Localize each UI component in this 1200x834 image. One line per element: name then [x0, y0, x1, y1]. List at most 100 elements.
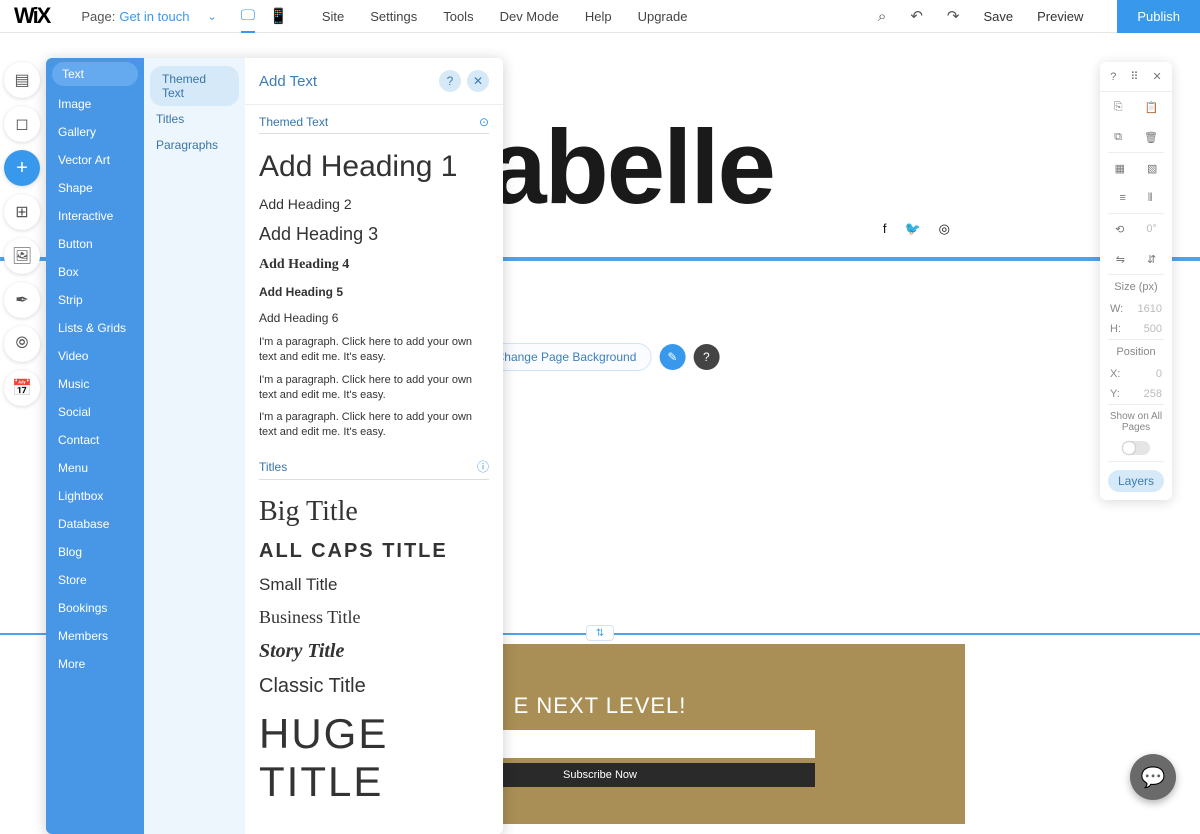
add-heading-6[interactable]: Add Heading 6: [259, 305, 489, 331]
pages-icon[interactable]: ▤: [4, 62, 40, 98]
delete-icon[interactable]: 🗑: [1144, 131, 1158, 144]
cat-music[interactable]: Music: [46, 370, 144, 398]
align-icon[interactable]: ≡: [1119, 192, 1125, 204]
add-heading-1[interactable]: Add Heading 1: [259, 144, 489, 190]
page-selector[interactable]: Get in touch: [119, 9, 189, 24]
cat-database[interactable]: Database: [46, 510, 144, 538]
cat-lightbox[interactable]: Lightbox: [46, 482, 144, 510]
cat-gallery[interactable]: Gallery: [46, 118, 144, 146]
preview-button[interactable]: Preview: [1037, 9, 1083, 24]
redo-icon[interactable]: ↷: [947, 7, 960, 25]
menu-settings[interactable]: Settings: [370, 9, 417, 24]
sub-paragraphs[interactable]: Paragraphs: [144, 132, 245, 158]
cat-lists[interactable]: Lists & Grids: [46, 314, 144, 342]
titles-info-icon[interactable]: ⓘ: [477, 458, 489, 475]
chevron-down-icon[interactable]: ⌄: [207, 10, 216, 23]
panel-close-icon[interactable]: ✕: [1152, 70, 1161, 83]
design-icon[interactable]: ✒: [4, 282, 40, 318]
wix-logo: WiX: [14, 3, 49, 29]
title-huge[interactable]: HUGE TITLE: [259, 704, 489, 812]
chat-fab[interactable]: 💬: [1130, 754, 1176, 800]
add-paragraph-3[interactable]: I'm a paragraph. Click here to add your …: [259, 406, 489, 444]
panel-drag-icon[interactable]: ⠿: [1130, 70, 1138, 83]
add-paragraph-2[interactable]: I'm a paragraph. Click here to add your …: [259, 369, 489, 407]
menu-tools[interactable]: Tools: [443, 9, 473, 24]
send-backward-icon[interactable]: ▧: [1147, 162, 1157, 175]
bring-forward-icon[interactable]: ▦: [1115, 162, 1125, 175]
section-icon[interactable]: ◻: [4, 106, 40, 142]
width-value[interactable]: 1610: [1138, 303, 1162, 315]
cat-interactive[interactable]: Interactive: [46, 202, 144, 230]
title-caps[interactable]: ALL CAPS TITLE: [259, 534, 489, 569]
add-heading-4[interactable]: Add Heading 4: [259, 251, 489, 279]
menu-upgrade[interactable]: Upgrade: [638, 9, 688, 24]
menu-devmode[interactable]: Dev Mode: [500, 9, 559, 24]
rotate-icon[interactable]: ⟲: [1115, 223, 1124, 236]
cat-vectorart[interactable]: Vector Art: [46, 146, 144, 174]
layers-button[interactable]: Layers: [1108, 470, 1164, 492]
cat-shape[interactable]: Shape: [46, 174, 144, 202]
cat-more[interactable]: More: [46, 650, 144, 678]
add-heading-5[interactable]: Add Heading 5: [259, 279, 489, 305]
height-label: H:: [1110, 323, 1121, 335]
edit-icon[interactable]: ✎: [659, 344, 685, 370]
facebook-icon[interactable]: f: [883, 221, 887, 237]
distribute-icon[interactable]: ⫴: [1148, 192, 1153, 205]
title-big[interactable]: Big Title: [259, 490, 489, 534]
title-business[interactable]: Business Title: [259, 601, 489, 634]
twitter-icon[interactable]: 🐦: [904, 221, 920, 237]
section-gap-handle[interactable]: ⇅: [586, 625, 614, 641]
cat-box[interactable]: Box: [46, 258, 144, 286]
sub-themed-text[interactable]: Themed Text: [150, 66, 239, 106]
cat-members[interactable]: Members: [46, 622, 144, 650]
flip-v-icon[interactable]: ⇵: [1147, 253, 1156, 266]
search-icon[interactable]: ⌕: [878, 8, 886, 25]
cat-image[interactable]: Image: [46, 90, 144, 118]
y-value[interactable]: 258: [1144, 388, 1162, 400]
cat-strip[interactable]: Strip: [46, 286, 144, 314]
cat-blog[interactable]: Blog: [46, 538, 144, 566]
menu-help[interactable]: Help: [585, 9, 612, 24]
menu-site[interactable]: Site: [322, 9, 344, 24]
show-all-pages-toggle[interactable]: [1122, 441, 1150, 455]
duplicate-icon[interactable]: ⧉: [1114, 131, 1122, 144]
flip-h-icon[interactable]: ⇋: [1116, 253, 1125, 266]
apps-icon[interactable]: ⊞: [4, 194, 40, 230]
cat-menu[interactable]: Menu: [46, 454, 144, 482]
paste-icon[interactable]: 📋: [1145, 101, 1159, 114]
title-small[interactable]: Small Title: [259, 569, 489, 601]
publish-button[interactable]: Publish: [1117, 0, 1200, 33]
undo-icon[interactable]: ↶: [910, 7, 923, 25]
add-heading-2[interactable]: Add Heading 2: [259, 190, 489, 218]
instagram-icon[interactable]: ◎: [939, 221, 950, 237]
cat-video[interactable]: Video: [46, 342, 144, 370]
copy-icon[interactable]: ⎘: [1114, 101, 1123, 114]
add-heading-3[interactable]: Add Heading 3: [259, 218, 489, 251]
theme-settings-icon[interactable]: ⊙: [479, 115, 489, 129]
save-button[interactable]: Save: [983, 9, 1013, 24]
cat-button[interactable]: Button: [46, 230, 144, 258]
panel-help-icon[interactable]: ?: [439, 70, 461, 92]
media-icon[interactable]: 🖼: [4, 238, 40, 274]
properties-panel[interactable]: ? ⠿ ✕ ⎘📋 ⧉🗑 ▦▧ ≡⫴ ⟲0° ⇋⇵ Size (px) W:161…: [1100, 62, 1172, 500]
cat-social[interactable]: Social: [46, 398, 144, 426]
cat-contact[interactable]: Contact: [46, 426, 144, 454]
change-background-button[interactable]: Change Page Background: [481, 343, 652, 371]
help-icon[interactable]: ?: [693, 344, 719, 370]
sub-titles[interactable]: Titles: [144, 106, 245, 132]
cat-text[interactable]: Text: [52, 62, 138, 86]
desktop-view-icon[interactable]: 🖵: [241, 7, 255, 33]
add-paragraph-1[interactable]: I'm a paragraph. Click here to add your …: [259, 331, 489, 369]
cat-store[interactable]: Store: [46, 566, 144, 594]
mobile-view-icon[interactable]: 📱: [269, 7, 288, 25]
add-element-icon[interactable]: +: [4, 150, 40, 186]
cat-bookings[interactable]: Bookings: [46, 594, 144, 622]
bookings-icon[interactable]: 📅: [4, 370, 40, 406]
x-value[interactable]: 0: [1156, 368, 1162, 380]
title-story[interactable]: Story Title: [259, 634, 489, 669]
blog-icon[interactable]: ⦾: [4, 326, 40, 362]
height-value[interactable]: 500: [1144, 323, 1162, 335]
panel-close-icon[interactable]: ✕: [467, 70, 489, 92]
panel-help-icon[interactable]: ?: [1110, 71, 1116, 83]
title-classic[interactable]: Classic Title: [259, 669, 489, 704]
